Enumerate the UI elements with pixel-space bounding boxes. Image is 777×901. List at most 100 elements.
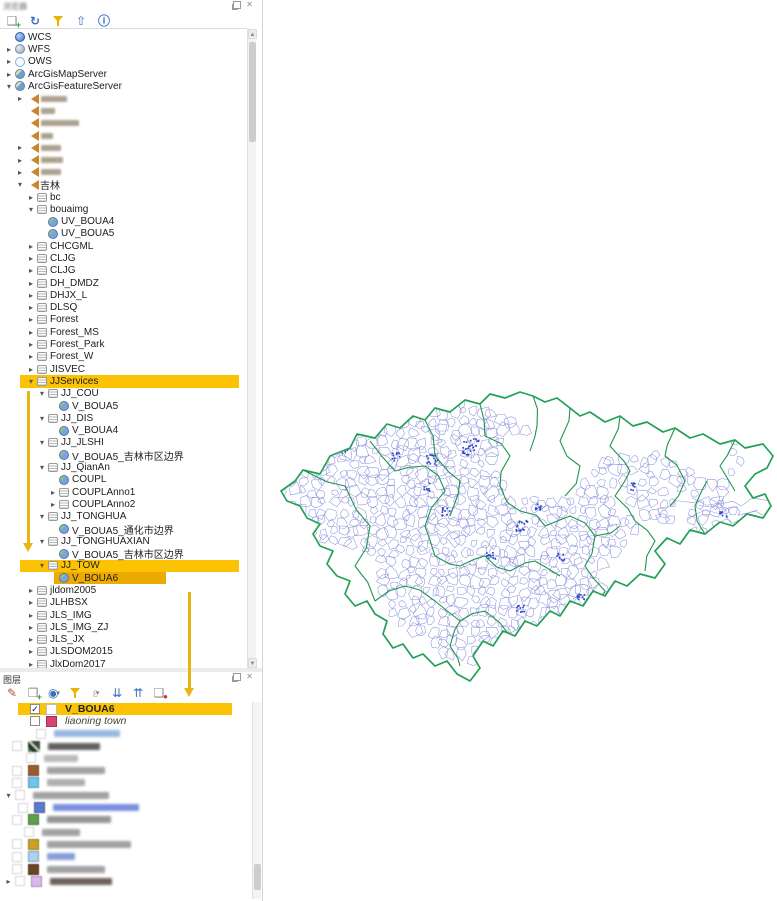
browser-scrollbar[interactable]: ▲ ▼ bbox=[247, 29, 256, 668]
tree-item-jisvec[interactable]: ▸JISVEC bbox=[0, 363, 247, 375]
layer-item-redacted[interactable] bbox=[0, 752, 252, 764]
expand-all-icon[interactable]: ⇊ bbox=[109, 685, 125, 700]
manage-map-themes-icon[interactable]: ◉▾ bbox=[46, 685, 62, 700]
layer-item-v-boua6[interactable]: ✓V_BOUA6 bbox=[0, 703, 252, 715]
panel-float-icon[interactable] bbox=[233, 673, 241, 681]
panel-close-icon[interactable]: ✕ bbox=[245, 673, 254, 682]
tree-item-bc[interactable]: ▸bc bbox=[0, 191, 247, 203]
expander-icon[interactable]: ▸ bbox=[26, 660, 36, 668]
layer-checkbox[interactable] bbox=[36, 729, 46, 739]
layer-checkbox[interactable] bbox=[12, 741, 22, 751]
tree-item-redacted[interactable]: ▸ bbox=[0, 92, 247, 104]
expander-icon[interactable]: ▸ bbox=[26, 635, 36, 644]
expander-icon[interactable]: ▾ bbox=[37, 389, 47, 398]
filter-legend-icon[interactable] bbox=[67, 685, 83, 700]
layer-item-redacted[interactable] bbox=[0, 764, 252, 776]
tree-item-dh-dmdz[interactable]: ▸DH_DMDZ bbox=[0, 277, 247, 289]
layer-item-liaoning-town[interactable]: liaoning town bbox=[0, 715, 252, 727]
expander-icon[interactable]: ▸ bbox=[15, 168, 25, 177]
tree-item-jls-img-zj[interactable]: ▸JLS_IMG_ZJ bbox=[0, 621, 247, 633]
expander-icon[interactable]: ▸ bbox=[26, 315, 36, 324]
tree-item-arcgismapserver[interactable]: ▸ArcGisMapServer bbox=[0, 68, 247, 80]
layer-checkbox[interactable]: ✓ bbox=[30, 704, 40, 714]
expander-icon[interactable]: ▸ bbox=[4, 45, 14, 54]
expander-icon[interactable]: ▸ bbox=[26, 647, 36, 656]
expander-icon[interactable]: ▾ bbox=[26, 377, 36, 386]
tree-item-uv-boua4[interactable]: UV_BOUA4 bbox=[0, 215, 247, 227]
tree-item-jjservices[interactable]: ▾JJServices bbox=[0, 375, 247, 387]
layer-checkbox[interactable] bbox=[15, 876, 25, 886]
collapse-all-icon[interactable]: ⇈ bbox=[130, 685, 146, 700]
scrollbar-thumb[interactable] bbox=[254, 864, 261, 890]
layer-checkbox[interactable] bbox=[30, 716, 40, 726]
tree-item-cljg[interactable]: ▸CLJG bbox=[0, 252, 247, 264]
expander-icon[interactable]: ▸ bbox=[26, 352, 36, 361]
expander-icon[interactable]: ▾ bbox=[15, 180, 25, 189]
layer-item-redacted[interactable] bbox=[0, 728, 252, 740]
expander-icon[interactable]: ▸ bbox=[26, 328, 36, 337]
tree-item-chcgml[interactable]: ▸CHCGML bbox=[0, 240, 247, 252]
tree-item-jj-tow[interactable]: ▾JJ_TOW bbox=[0, 560, 247, 572]
tree-item-redacted[interactable]: ▸ bbox=[0, 166, 247, 178]
expander-icon[interactable]: ▸ bbox=[26, 365, 36, 374]
expander-icon[interactable]: ▾ bbox=[4, 791, 13, 800]
layer-checkbox[interactable] bbox=[24, 827, 34, 837]
expander-icon[interactable]: ▸ bbox=[4, 877, 13, 886]
expander-icon[interactable]: ▸ bbox=[15, 94, 25, 103]
remove-layer-icon[interactable]: ❑● bbox=[151, 685, 167, 700]
expander-icon[interactable]: ▸ bbox=[48, 500, 58, 509]
tree-item-couplanno2[interactable]: ▸COUPLAnno2 bbox=[0, 498, 247, 510]
layer-checkbox[interactable] bbox=[12, 852, 22, 862]
tree-item-jj-cou[interactable]: ▾JJ_COU bbox=[0, 388, 247, 400]
panel-float-icon[interactable] bbox=[233, 1, 241, 9]
layer-item-redacted[interactable] bbox=[0, 801, 252, 813]
tree-item-coupl[interactable]: COUPL bbox=[0, 474, 247, 486]
tree-item-jlsdom2015[interactable]: ▸JLSDOM2015 bbox=[0, 646, 247, 658]
layer-item-redacted[interactable] bbox=[0, 814, 252, 826]
tree-item-v-boua5[interactable]: V_BOUA5_吉林市区边界 bbox=[0, 547, 247, 559]
filter-expression-icon[interactable]: ε▾ bbox=[88, 685, 104, 700]
layer-item-redacted[interactable]: ▾ bbox=[0, 789, 252, 801]
add-selected-layers-icon[interactable]: ❑+ bbox=[4, 13, 20, 28]
layer-item-redacted[interactable] bbox=[0, 740, 252, 752]
tree-item-couplanno1[interactable]: ▸COUPLAnno1 bbox=[0, 486, 247, 498]
expander-icon[interactable]: ▾ bbox=[4, 82, 14, 91]
layer-checkbox[interactable] bbox=[26, 753, 36, 763]
tree-item-jls-jx[interactable]: ▸JLS_JX bbox=[0, 634, 247, 646]
layer-checkbox[interactable] bbox=[18, 803, 28, 813]
expander-icon[interactable]: ▸ bbox=[26, 242, 36, 251]
expander-icon[interactable]: ▸ bbox=[26, 340, 36, 349]
tree-item-forest-ms[interactable]: ▸Forest_MS bbox=[0, 326, 247, 338]
tree-item-redacted[interactable]: ▸ bbox=[0, 154, 247, 166]
expander-icon[interactable]: ▸ bbox=[4, 70, 14, 79]
tree-item-forest-w[interactable]: ▸Forest_W bbox=[0, 351, 247, 363]
layer-item-redacted[interactable] bbox=[0, 777, 252, 789]
tree-item-forest-park[interactable]: ▸Forest_Park bbox=[0, 338, 247, 350]
tree-item-redacted[interactable] bbox=[0, 129, 247, 141]
layer-checkbox[interactable] bbox=[15, 790, 25, 800]
layer-checkbox[interactable] bbox=[12, 839, 22, 849]
tree-item-item[interactable]: ▾吉林 bbox=[0, 179, 247, 191]
refresh-icon[interactable]: ↻ bbox=[27, 13, 43, 28]
layer-styling-icon[interactable]: ✎ bbox=[4, 685, 20, 700]
tree-item-cljg[interactable]: ▸CLJG bbox=[0, 265, 247, 277]
tree-item-bouaimg[interactable]: ▾bouaimg bbox=[0, 203, 247, 215]
tree-item-v-boua5[interactable]: V_BOUA5_吉林市区边界 bbox=[0, 449, 247, 461]
tree-item-forest[interactable]: ▸Forest bbox=[0, 314, 247, 326]
expander-icon[interactable]: ▸ bbox=[15, 156, 25, 165]
add-group-icon[interactable]: ❐+ bbox=[25, 685, 41, 700]
expander-icon[interactable]: ▸ bbox=[26, 254, 36, 263]
expander-icon[interactable]: ▾ bbox=[37, 561, 47, 570]
layer-item-redacted[interactable] bbox=[0, 838, 252, 850]
tree-item-wcs[interactable]: WCS bbox=[0, 31, 247, 43]
layer-checkbox[interactable] bbox=[12, 766, 22, 776]
expander-icon[interactable]: ▸ bbox=[15, 143, 25, 152]
expander-icon[interactable]: ▸ bbox=[26, 611, 36, 620]
map-canvas[interactable] bbox=[262, 0, 777, 901]
collapse-all-icon[interactable]: ⇧ bbox=[73, 13, 89, 28]
scroll-down-icon[interactable]: ▼ bbox=[248, 658, 257, 668]
tree-item-v-boua5[interactable]: V_BOUA5 bbox=[0, 400, 247, 412]
tree-item-jls-img[interactable]: ▸JLS_IMG bbox=[0, 609, 247, 621]
layer-checkbox[interactable] bbox=[12, 815, 22, 825]
expander-icon[interactable]: ▸ bbox=[26, 291, 36, 300]
